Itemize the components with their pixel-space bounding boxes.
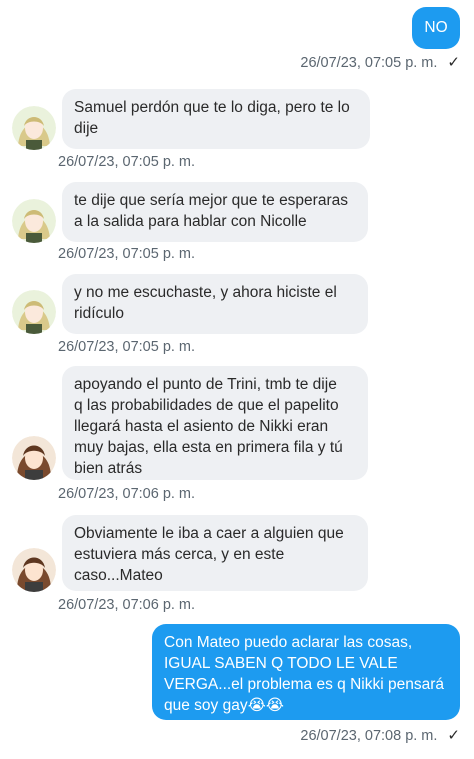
timestamp-text: 26/07/23, 07:05 p. m. xyxy=(300,55,438,71)
message-timestamp: 26/07/23, 07:05 p. m. xyxy=(58,339,196,355)
message-bubble-incoming[interactable]: apoyando el punto de Trini, tmb te dije … xyxy=(62,366,368,480)
timestamp-text: 26/07/23, 07:08 p. m. xyxy=(300,728,438,744)
blonde-girl-avatar[interactable] xyxy=(12,199,56,243)
message-text: Con Mateo puedo aclarar las cosas, xyxy=(164,634,413,651)
message-timestamp: 26/07/23, 07:06 p. m. xyxy=(58,486,196,502)
message-text: IGUAL SABEN Q TODO LE VALE xyxy=(164,655,398,672)
message-text: bien atrás xyxy=(74,460,143,477)
message-text: que soy gay😭😭 xyxy=(164,697,284,714)
message-text: y no me escuchaste, y ahora hiciste el xyxy=(74,284,337,301)
message-text: llegará hasta el asiento de Nikki eran xyxy=(74,418,329,435)
message-timestamp: 26/07/23, 07:05 p. m. ✓ xyxy=(300,53,460,71)
message-text: a la salida para hablar con Nicolle xyxy=(74,213,307,230)
message-bubble-incoming[interactable]: Samuel perdón que te lo diga, pero te lo… xyxy=(62,89,370,149)
blonde-girl-avatar[interactable] xyxy=(12,106,56,150)
message-text: q las probabilidades de que el papelito xyxy=(74,397,339,414)
message-timestamp: 26/07/23, 07:05 p. m. xyxy=(58,154,196,170)
message-bubble-outgoing[interactable]: Con Mateo puedo aclarar las cosas, IGUAL… xyxy=(152,624,460,720)
message-text: VERGA...el problema es q Nikki pensará xyxy=(164,676,444,693)
checkmark-icon: ✓ xyxy=(447,727,460,744)
message-bubble-incoming[interactable]: te dije que sería mejor que te esperaras… xyxy=(62,182,368,242)
message-bubble-incoming[interactable]: Obviamente le iba a caer a alguien que e… xyxy=(62,515,368,591)
blonde-girl-avatar[interactable] xyxy=(12,290,56,334)
message-timestamp: 26/07/23, 07:06 p. m. xyxy=(58,597,196,613)
message-timestamp: 26/07/23, 07:05 p. m. xyxy=(58,246,196,262)
message-text: caso...Mateo xyxy=(74,567,163,584)
message-bubble-incoming[interactable]: y no me escuchaste, y ahora hiciste el r… xyxy=(62,274,368,334)
message-bubble-outgoing[interactable]: NO xyxy=(412,7,460,49)
message-text: estuviera más cerca, y en este xyxy=(74,546,285,563)
message-text: dije xyxy=(74,120,99,137)
message-text: muy bajas, ella esta en primera fila y t… xyxy=(74,439,343,456)
brown-hair-girl-avatar[interactable] xyxy=(12,436,56,480)
brown-hair-girl-avatar[interactable] xyxy=(12,548,56,592)
message-text: te dije que sería mejor que te esperaras xyxy=(74,192,348,209)
message-text: ridículo xyxy=(74,305,124,322)
message-text: NO xyxy=(424,19,448,36)
message-text: apoyando el punto de Trini, tmb te dije xyxy=(74,376,337,393)
message-timestamp: 26/07/23, 07:08 p. m. ✓ xyxy=(300,726,460,744)
checkmark-icon: ✓ xyxy=(447,54,460,71)
message-text: Samuel perdón que te lo diga, pero te lo xyxy=(74,99,350,116)
message-text: Obviamente le iba a caer a alguien que xyxy=(74,525,344,542)
